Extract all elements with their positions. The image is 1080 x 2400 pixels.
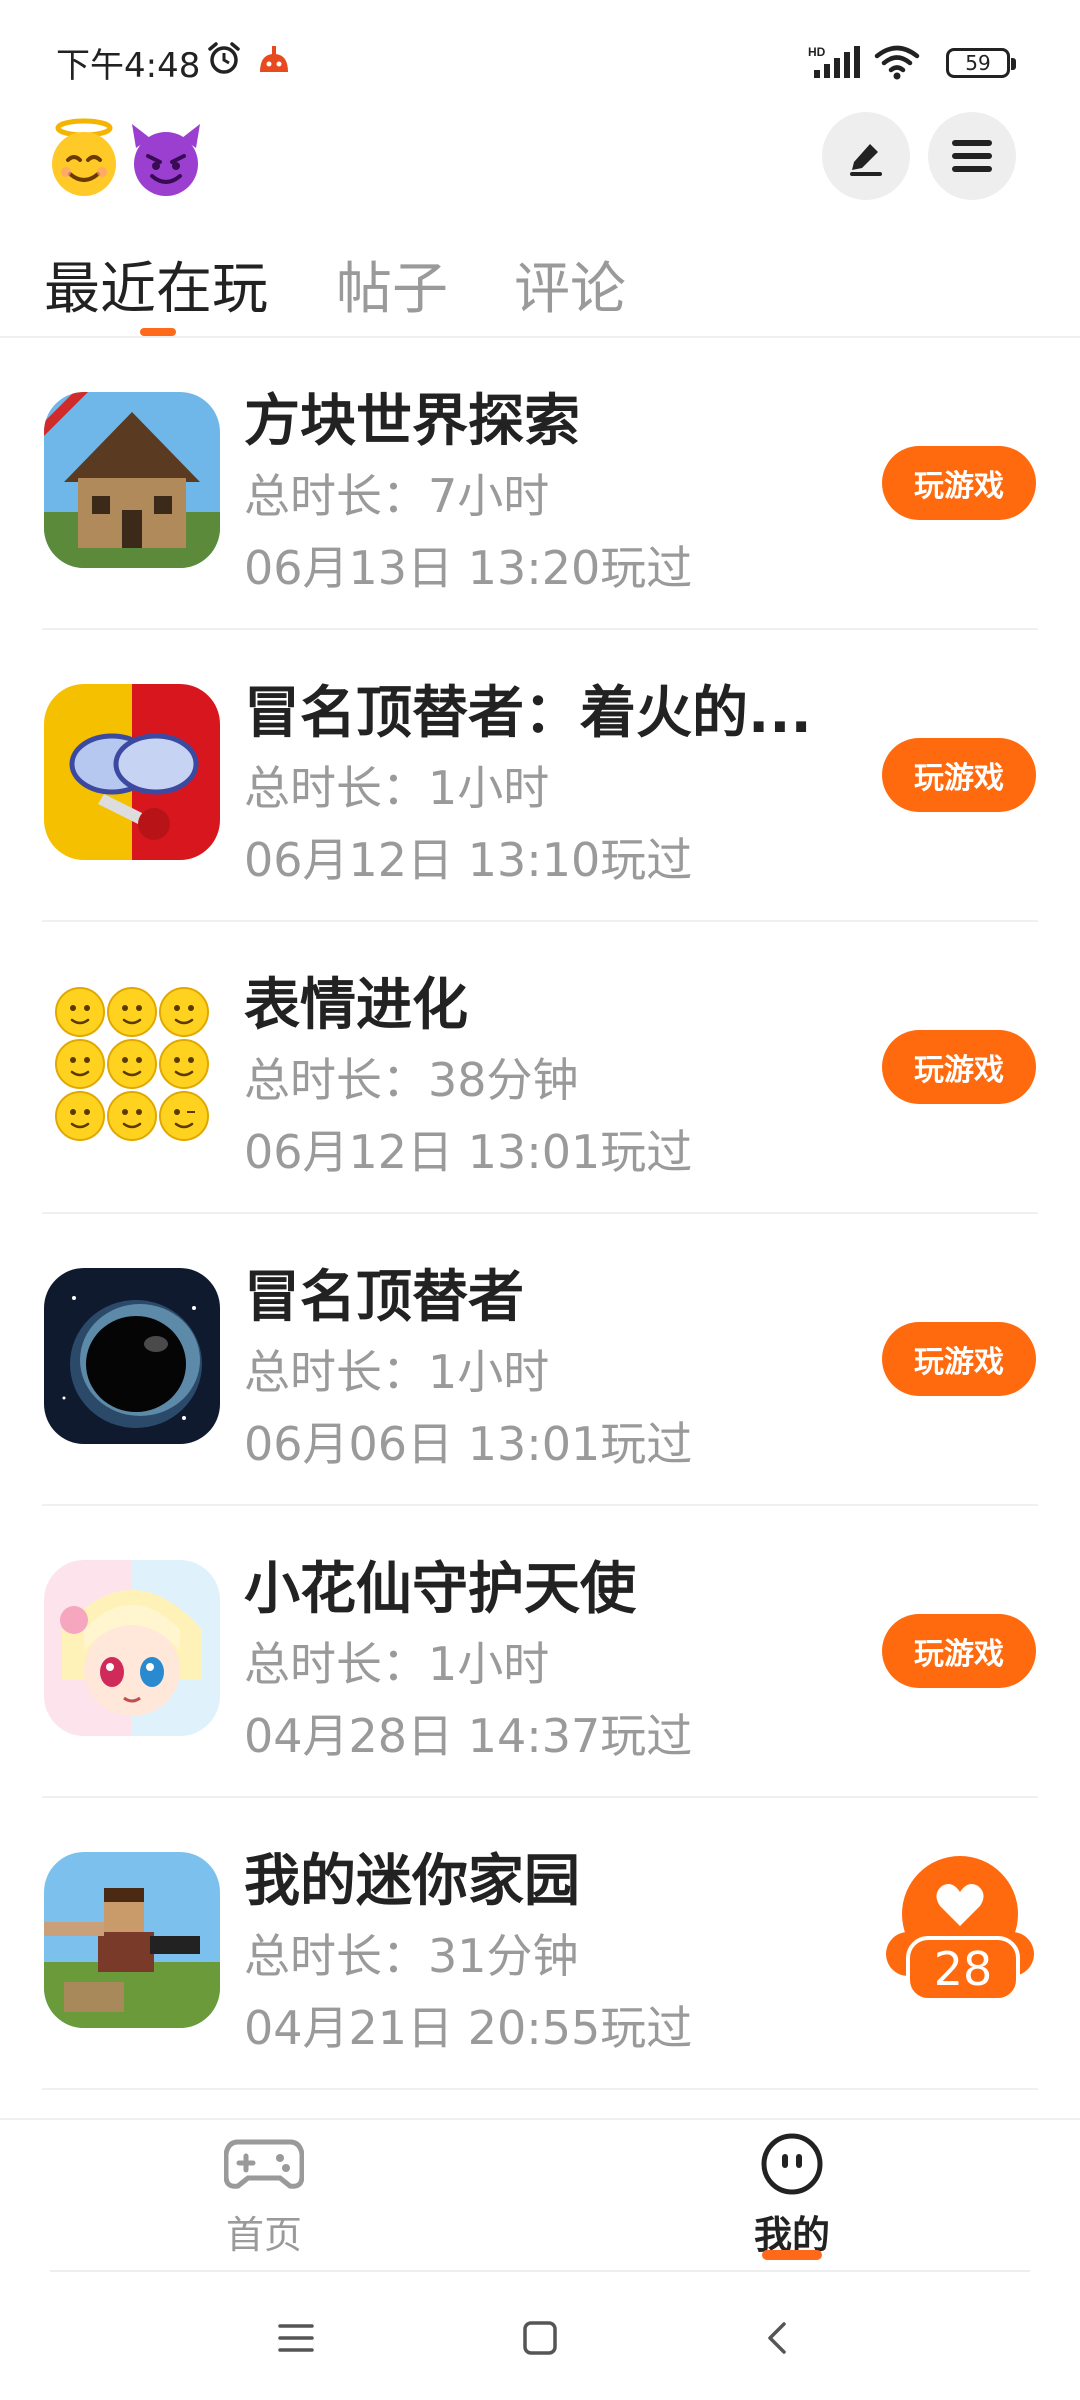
bottom-navigation: 首页 我的 [0, 2118, 1080, 2268]
recent-games-list: 方块世界探索 总时长：7小时 06月13日 13:20玩过 玩游戏 冒名顶替者：… [0, 338, 1080, 2090]
hamburger-icon [952, 140, 992, 172]
nav-active-indicator [762, 2250, 822, 2260]
game-last-played: 06月12日 13:01玩过 [244, 1125, 693, 1179]
list-divider [42, 2088, 1038, 2090]
game-last-played: 06月12日 13:10玩过 [244, 833, 693, 887]
game-icon-mini-home [44, 1852, 220, 2028]
game-duration: 总时长：1小时 [244, 761, 550, 815]
play-game-button[interactable]: 玩游戏 [882, 1614, 1036, 1688]
play-game-button[interactable]: 玩游戏 [882, 446, 1036, 520]
status-time: 下午4:48 [56, 46, 201, 86]
status-bar: 下午4:48 HD 59 [0, 0, 1080, 100]
game-duration: 总时长：31分钟 [244, 1929, 579, 1983]
face-icon [761, 2133, 823, 2195]
game-title: 我的迷你家园 [244, 1849, 580, 1914]
system-navigation-bar [0, 2290, 1080, 2400]
game-last-played: 04月21日 20:55玩过 [244, 2001, 693, 2055]
nav-home[interactable]: 首页 [164, 2120, 364, 2270]
recents-menu-icon[interactable] [276, 2318, 316, 2358]
nav-mine[interactable]: 我的 [692, 2120, 892, 2270]
tab-active-indicator [140, 328, 176, 336]
network-label: HD [808, 45, 826, 59]
like-badge-button[interactable]: 28 [880, 1842, 1040, 2014]
game-last-played: 04月28日 14:37玩过 [244, 1709, 693, 1763]
devil-emoji-avatar[interactable] [126, 118, 206, 198]
game-icon-impostor-fire [44, 684, 220, 860]
wifi-icon [874, 45, 920, 80]
game-last-played: 06月13日 13:20玩过 [244, 541, 693, 595]
game-icon-flower-fairy [44, 1560, 220, 1736]
profile-tabs: 最近在玩 帖子 评论 [0, 230, 1080, 338]
game-list-item[interactable]: 冒名顶替者：着火的... 总时长：1小时 06月12日 13:10玩过 玩游戏 [0, 630, 1080, 922]
back-chevron-icon[interactable] [758, 2318, 798, 2358]
signal-icon: HD [808, 45, 860, 78]
app-notification-icon [260, 46, 288, 72]
game-icon-block-world [44, 392, 220, 568]
game-title: 冒名顶替者：着火的... [244, 681, 812, 746]
play-game-button[interactable]: 玩游戏 [882, 1322, 1036, 1396]
game-icon-impostor [44, 1268, 220, 1444]
nav-divider [50, 2270, 1030, 2272]
game-duration: 总时长：38分钟 [244, 1053, 579, 1107]
like-count: 28 [906, 1936, 1020, 2002]
game-title: 表情进化 [244, 973, 468, 1038]
game-list-item[interactable]: 方块世界探索 总时长：7小时 06月13日 13:20玩过 玩游戏 [0, 338, 1080, 630]
menu-button[interactable] [928, 112, 1016, 200]
game-duration: 总时长：1小时 [244, 1637, 550, 1691]
home-square-icon[interactable] [520, 2318, 560, 2358]
angel-emoji-avatar[interactable] [44, 118, 124, 198]
nav-home-label: 首页 [225, 2213, 302, 2257]
game-list-item[interactable]: 小花仙守护天使 总时长：1小时 04月28日 14:37玩过 玩游戏 [0, 1506, 1080, 1798]
game-duration: 总时长：1小时 [244, 1345, 550, 1399]
pen-icon [850, 144, 882, 176]
tab-recent-playing[interactable]: 最近在玩 [44, 244, 268, 325]
tab-posts[interactable]: 帖子 [336, 244, 448, 325]
game-last-played: 06月06日 13:01玩过 [244, 1417, 693, 1471]
game-list-item[interactable]: 表情进化 总时长：38分钟 06月12日 13:01玩过 玩游戏 [0, 922, 1080, 1214]
tab-comments[interactable]: 评论 [514, 244, 626, 325]
battery-indicator: 59 [946, 48, 1016, 78]
game-title: 小花仙守护天使 [244, 1557, 636, 1622]
game-title: 方块世界探索 [244, 389, 580, 454]
edit-button[interactable] [822, 112, 910, 200]
play-game-button[interactable]: 玩游戏 [882, 1030, 1036, 1104]
game-list-item[interactable]: 冒名顶替者 总时长：1小时 06月06日 13:01玩过 玩游戏 [0, 1214, 1080, 1506]
gamepad-icon [224, 2139, 304, 2189]
game-duration: 总时长：7小时 [244, 469, 550, 523]
alarm-icon [208, 42, 240, 74]
game-title: 冒名顶替者 [244, 1265, 524, 1330]
game-icon-emoji-evolution [44, 976, 220, 1152]
play-game-button[interactable]: 玩游戏 [882, 738, 1036, 812]
